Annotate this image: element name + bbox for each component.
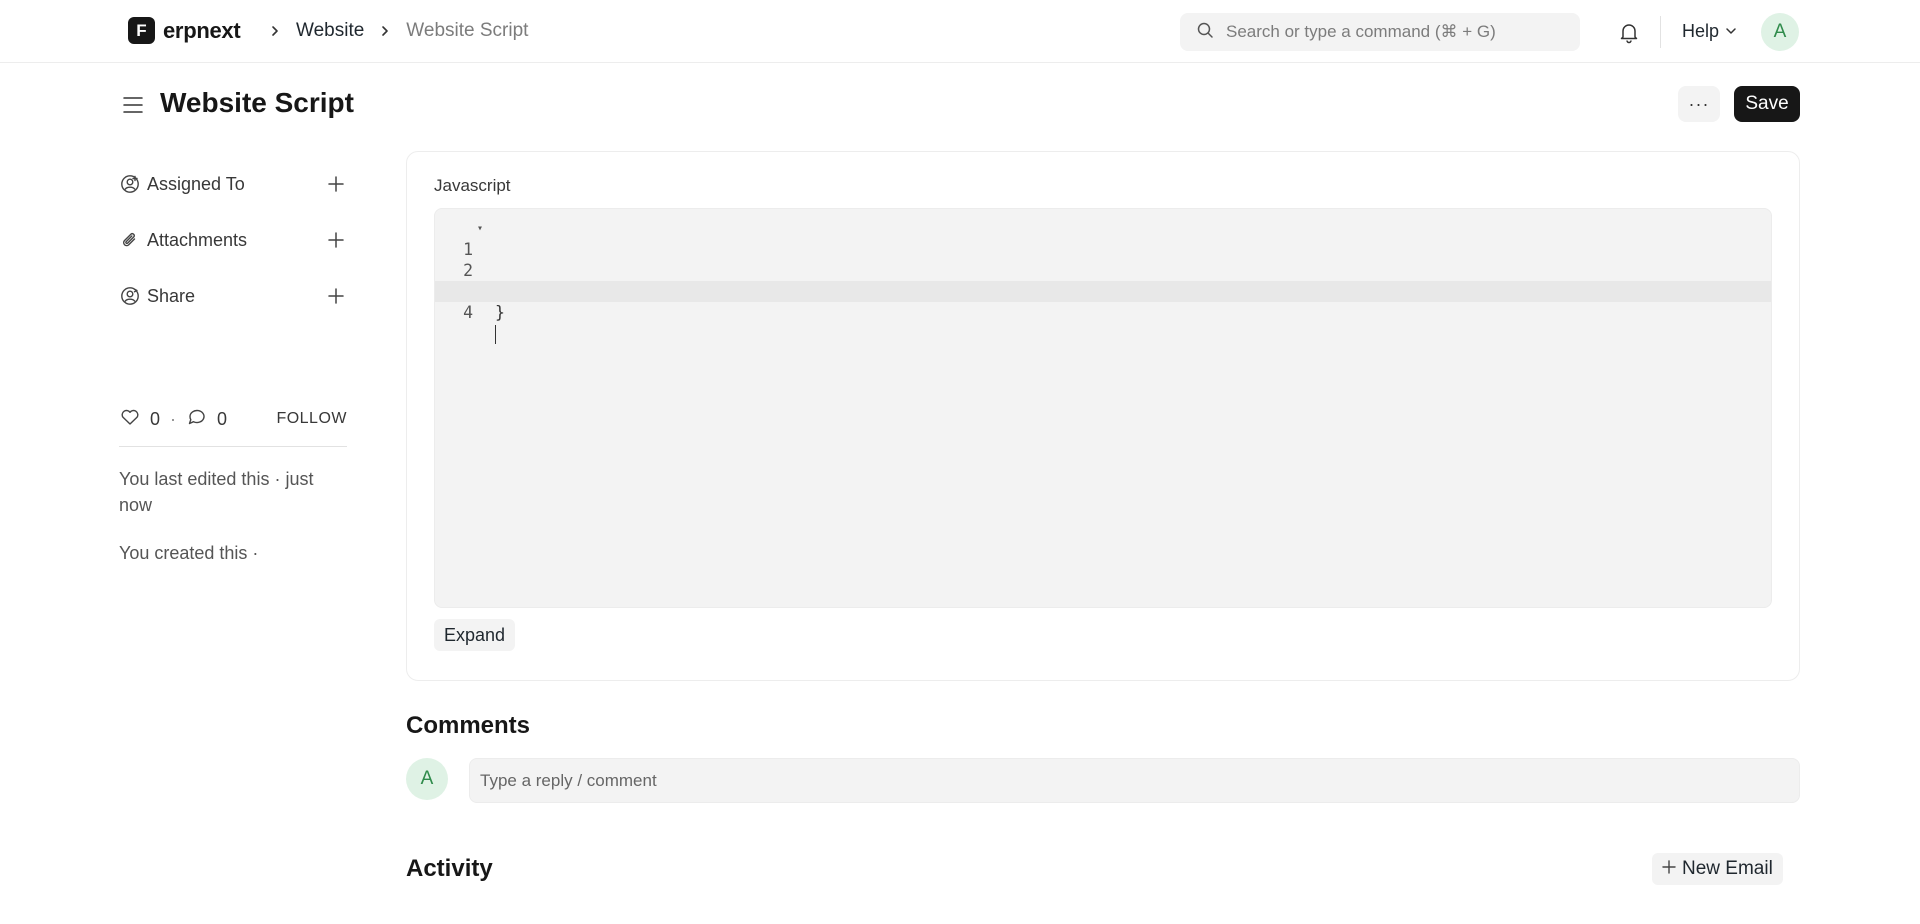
chevron-right-icon [262, 25, 288, 37]
activity-heading: Activity [406, 855, 493, 882]
social-stats: 0 · 0 FOLLOW [119, 403, 347, 435]
breadcrumb: Website Website Script [262, 20, 528, 42]
expand-button[interactable]: Expand [434, 619, 516, 651]
add-share-plus-icon[interactable] [325, 285, 347, 307]
code-line-text: } [495, 303, 505, 322]
javascript-field-label: Javascript [434, 176, 511, 195]
add-assignee-plus-icon[interactable] [325, 173, 347, 195]
stats-separator: · [170, 408, 177, 429]
search-input[interactable] [1226, 22, 1566, 42]
code-line[interactable]: 1 ▾ if (location.pathname === "/all-prod… [435, 218, 1771, 301]
created-text: You created this · [119, 543, 259, 563]
save-button[interactable]: Save [1734, 86, 1800, 122]
code-cursor [495, 323, 496, 344]
javascript-code-editor[interactable]: 1 ▾ if (location.pathname === "/all-prod… [434, 208, 1772, 608]
sidebar-item-label: Share [147, 285, 196, 306]
fold-toggle-icon[interactable]: ▾ [477, 218, 483, 239]
help-dropdown[interactable]: Help [1682, 21, 1737, 42]
code-line[interactable]: 2 localStorage.setItem("product_view", "… [435, 239, 1771, 301]
share-icon [119, 285, 141, 307]
breadcrumb-website[interactable]: Website [296, 20, 364, 42]
paperclip-icon [119, 229, 141, 251]
sidebar-item-assigned-to[interactable]: Assigned To [119, 168, 347, 200]
chevron-down-icon [1719, 21, 1737, 42]
nav-divider [1660, 16, 1661, 48]
breadcrumb-website-script[interactable]: Website Script [406, 20, 528, 42]
comments-count: 0 [217, 408, 228, 429]
search-bar[interactable] [1180, 13, 1580, 51]
comment-input[interactable] [469, 758, 1800, 803]
line-number: 4 [463, 303, 473, 322]
sidebar-item-attachments[interactable]: Attachments [119, 224, 347, 256]
follow-button[interactable]: FOLLOW [276, 410, 347, 428]
app-name: erpnext [163, 17, 241, 43]
sidebar-item-label: Attachments [147, 229, 248, 250]
code-line-active[interactable]: 4 [435, 281, 1771, 344]
sidebar-item-label: Assigned To [147, 173, 245, 194]
search-icon [1196, 21, 1214, 44]
sidebar-divider [119, 446, 347, 447]
heart-icon[interactable] [119, 406, 141, 433]
chevron-right-icon [372, 25, 398, 37]
add-attachment-plus-icon[interactable] [325, 229, 347, 251]
comment-avatar: A [406, 758, 448, 800]
new-email-button[interactable]: New Email [1652, 853, 1783, 885]
likes-count: 0 [150, 408, 161, 429]
navbar: F erpnext Website Website Script Help A [0, 0, 1920, 63]
new-email-label: New Email [1682, 858, 1773, 879]
notification-bell-icon[interactable] [1617, 20, 1641, 44]
help-label: Help [1682, 21, 1720, 41]
form-card: Javascript 1 ▾ if (location.pathname ===… [406, 151, 1800, 681]
plus-icon [1662, 858, 1682, 880]
more-actions-button[interactable]: ··· [1678, 86, 1720, 122]
user-avatar[interactable]: A [1761, 13, 1799, 51]
page-title: Website Script [160, 87, 354, 118]
sidebar-item-share[interactable]: Share [119, 280, 347, 312]
assign-icon [119, 173, 141, 195]
comments-heading: Comments [406, 712, 531, 739]
code-line[interactable]: 3 } [435, 260, 1771, 322]
last-edited-text: You last edited this · just now [119, 469, 314, 515]
app-logo-icon: F [128, 17, 155, 44]
sidebar-toggle-icon[interactable] [121, 93, 145, 117]
app-brand[interactable]: F erpnext [128, 17, 241, 44]
comment-icon[interactable] [186, 406, 208, 433]
